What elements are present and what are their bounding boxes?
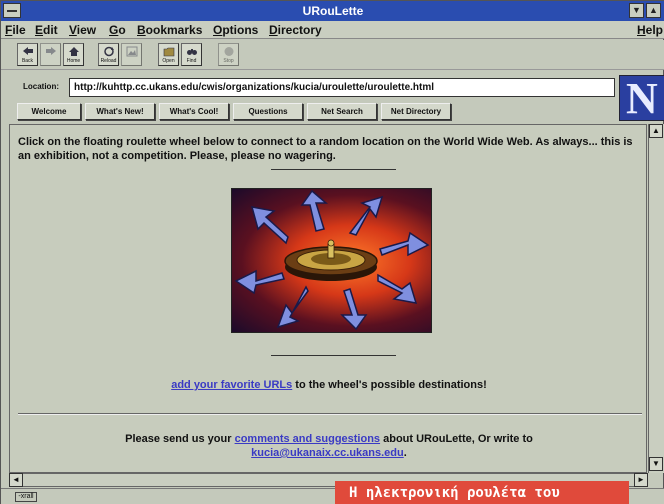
- comments-link[interactable]: comments and suggestions: [235, 433, 380, 445]
- intro-text: Click on the floating roulette wheel bel…: [18, 136, 633, 162]
- menu-directory[interactable]: Directory: [269, 23, 322, 37]
- roulette-wheel-image[interactable]: [231, 188, 432, 333]
- stop-button[interactable]: Stop: [218, 43, 239, 66]
- location-bar: Location: http://kuhttp.cc.ukans.edu/cwi…: [1, 71, 664, 101]
- rule-middle: [271, 355, 396, 356]
- images-button[interactable]: [121, 43, 142, 66]
- location-input[interactable]: http://kuhttp.cc.ukans.edu/cwis/organiza…: [69, 78, 615, 97]
- scroll-right-icon[interactable]: ►: [634, 473, 648, 487]
- welcome-button[interactable]: Welcome: [17, 103, 81, 120]
- menu-view[interactable]: View: [69, 23, 96, 37]
- email-line: kucia@ukanaix.cc.ukans.edu.: [251, 447, 407, 459]
- page-content: Click on the floating roulette wheel bel…: [9, 124, 647, 473]
- rule-divider: [18, 413, 642, 415]
- find-binoculars-icon: [187, 49, 197, 55]
- menu-options[interactable]: Options: [213, 23, 258, 37]
- scroll-up-icon[interactable]: ▲: [649, 124, 663, 138]
- net-search-button[interactable]: Net Search: [307, 103, 377, 120]
- whats-new-button[interactable]: What's New!: [85, 103, 155, 120]
- toolbar: Back Home Reload Open Find Stop: [1, 40, 664, 70]
- find-button[interactable]: Find: [181, 43, 202, 66]
- menu-file[interactable]: File: [5, 23, 26, 37]
- forward-arrow-icon: [46, 47, 56, 55]
- open-button[interactable]: Open: [158, 43, 179, 66]
- open-folder-icon: [163, 47, 175, 57]
- window-title: URouLette: [302, 4, 364, 18]
- email-link[interactable]: kucia@ukanaix.cc.ukans.edu: [251, 447, 404, 459]
- location-label: Location:: [23, 82, 59, 91]
- logo-letter: N: [626, 74, 658, 123]
- scroll-left-icon[interactable]: ◄: [9, 473, 23, 487]
- menu-edit[interactable]: Edit: [35, 23, 58, 37]
- maximize-button[interactable]: ▲: [646, 3, 661, 18]
- feedback-line: Please send us your comments and suggest…: [125, 433, 533, 445]
- browser-window: URouLette ▼ ▲ File Edit View Go Bookmark…: [0, 0, 664, 504]
- scroll-down-icon[interactable]: ▼: [649, 457, 663, 471]
- netscape-logo[interactable]: N: [619, 75, 664, 121]
- rule-top: [271, 169, 396, 170]
- back-button[interactable]: Back: [17, 43, 38, 66]
- net-directory-button[interactable]: Net Directory: [381, 103, 451, 120]
- add-urls-line: add your favorite URLs to the wheel's po…: [10, 379, 646, 391]
- add-urls-text: to the wheel's possible destinations!: [292, 379, 487, 391]
- menu-bookmarks[interactable]: Bookmarks: [137, 23, 202, 37]
- caption-banner: Η ηλεκτρονική ρουλέτα του: [335, 481, 629, 504]
- questions-button[interactable]: Questions: [233, 103, 303, 120]
- images-icon: [126, 46, 138, 57]
- vertical-scrollbar[interactable]: ▲ ▼: [648, 124, 664, 473]
- reload-button[interactable]: Reload: [98, 43, 119, 66]
- home-button[interactable]: Home: [63, 43, 84, 66]
- home-icon: [69, 47, 79, 56]
- add-urls-link[interactable]: add your favorite URLs: [171, 379, 292, 391]
- back-arrow-icon: [23, 47, 33, 55]
- menu-bar: File Edit View Go Bookmarks Options Dire…: [1, 21, 664, 39]
- forward-button[interactable]: [40, 43, 61, 66]
- security-key-icon: -xrall: [15, 492, 37, 502]
- roulette-wheel-icon: [234, 189, 430, 331]
- title-bar[interactable]: URouLette ▼ ▲: [1, 1, 664, 21]
- reload-icon: [104, 46, 114, 57]
- menu-go[interactable]: Go: [109, 23, 126, 37]
- stop-icon: [224, 47, 234, 56]
- menu-help[interactable]: Help: [637, 23, 663, 37]
- minimize-button[interactable]: ▼: [629, 3, 644, 18]
- whats-cool-button[interactable]: What's Cool!: [159, 103, 229, 120]
